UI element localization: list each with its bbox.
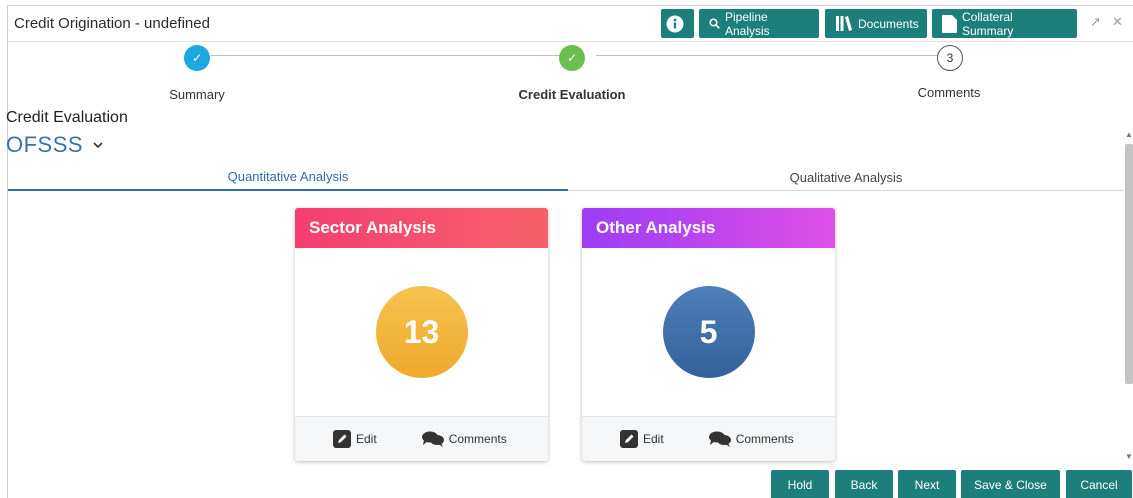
hold-button[interactable]: Hold — [771, 470, 829, 498]
window-title: Credit Origination - undefined — [14, 15, 210, 32]
pipeline-analysis-button[interactable]: Pipeline Analysis — [699, 9, 819, 38]
step-label-credit-evaluation[interactable]: Credit Evaluation — [519, 87, 626, 102]
count-badge[interactable]: 5 — [662, 286, 755, 378]
edit-label: Edit — [643, 432, 664, 446]
card-footer: Edit Comments — [295, 416, 548, 461]
step-done-icon[interactable]: ✓ — [559, 45, 585, 71]
cancel-button[interactable]: Cancel — [1066, 470, 1132, 498]
window-header: Credit Origination - undefined Pipeline … — [8, 6, 1133, 42]
other-analysis-card[interactable]: Other Analysis 5 Edit Comments — [582, 208, 835, 461]
progress-stepper: ✓ ✓ 3 Summary Credit Evaluation Comments — [8, 42, 1133, 104]
count-badge[interactable]: 13 — [375, 286, 468, 378]
next-button[interactable]: Next — [898, 470, 956, 498]
save-close-button[interactable]: Save & Close — [961, 470, 1060, 498]
edit-label: Edit — [356, 432, 377, 446]
card-body: 13 — [295, 248, 548, 416]
documents-button[interactable]: Documents — [825, 9, 927, 38]
step-connector — [211, 55, 561, 56]
step-connector — [596, 55, 938, 56]
pipeline-analysis-label: Pipeline Analysis — [725, 9, 770, 38]
entity-name: OFSSS — [6, 132, 84, 157]
scroll-down-icon[interactable]: ▼ — [1124, 452, 1133, 462]
comments-icon — [708, 431, 731, 447]
step-label-summary[interactable]: Summary — [169, 87, 225, 102]
entity-selector[interactable]: OFSSS — [6, 132, 103, 158]
back-button[interactable]: Back — [835, 470, 893, 498]
tab-quantitative-analysis[interactable]: Quantitative Analysis — [8, 164, 568, 191]
comments-label: Comments — [448, 432, 507, 446]
info-button[interactable] — [661, 9, 694, 38]
edit-button[interactable]: Edit — [620, 430, 664, 448]
card-footer: Edit Comments — [582, 416, 835, 461]
analysis-tabs: Quantitative Analysis Qualitative Analys… — [8, 164, 1124, 191]
comments-label: Comments — [735, 432, 794, 446]
collateral-summary-button[interactable]: Collateral Summary — [932, 9, 1077, 38]
tab-qualitative-analysis[interactable]: Qualitative Analysis — [568, 164, 1124, 191]
document-icon — [942, 14, 957, 33]
credit-origination-window: Credit Origination - undefined Pipeline … — [6, 5, 1133, 498]
card-title: Other Analysis — [582, 208, 835, 248]
search-icon — [709, 18, 720, 29]
minimize-icon[interactable]: ↗ — [1090, 14, 1101, 30]
chevron-down-icon[interactable] — [93, 141, 103, 149]
step-label-comments[interactable]: Comments — [918, 85, 981, 100]
library-icon — [835, 16, 853, 31]
edit-button[interactable]: Edit — [333, 430, 377, 448]
comments-button[interactable]: Comments — [708, 431, 794, 447]
card-title: Sector Analysis — [295, 208, 548, 248]
scroll-up-icon[interactable]: ▲ — [1124, 130, 1133, 140]
documents-label: Documents — [858, 16, 919, 31]
sector-analysis-card[interactable]: Sector Analysis 13 Edit Comments — [295, 208, 548, 461]
edit-icon — [620, 430, 638, 448]
info-icon — [666, 15, 684, 33]
vertical-scrollbar[interactable]: ▲ ▼ — [1124, 130, 1133, 465]
edit-icon — [333, 430, 351, 448]
page-title: Credit Evaluation — [6, 109, 128, 126]
comments-icon — [421, 431, 444, 447]
step-done-icon[interactable]: ✓ — [184, 45, 210, 71]
step-number[interactable]: 3 — [937, 45, 963, 71]
card-body: 5 — [582, 248, 835, 416]
close-icon[interactable]: ✕ — [1112, 14, 1123, 30]
scrollbar-thumb[interactable] — [1125, 144, 1133, 384]
collateral-summary-label: Collateral Summary — [962, 9, 1014, 38]
comments-button[interactable]: Comments — [421, 431, 507, 447]
